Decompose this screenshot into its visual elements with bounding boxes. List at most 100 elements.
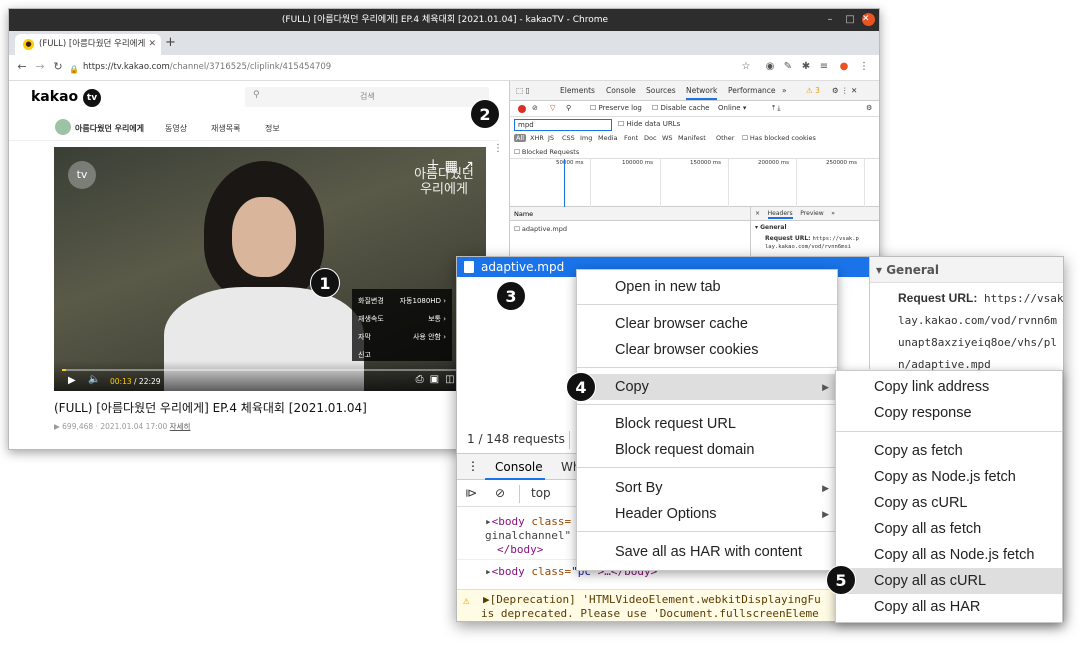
general-section-small[interactable]: ▾ General <box>751 221 879 234</box>
throttle-select[interactable]: Online ▾ <box>718 104 746 112</box>
browser-tab[interactable]: ● (FULL) [아름다웠던 우리에게 ✕ <box>15 34 161 55</box>
setting-quality[interactable]: 화질변경 자동1080HD › <box>358 293 446 311</box>
bookmark-star-icon[interactable]: ☆ <box>739 61 753 72</box>
type-all[interactable]: All <box>514 134 527 142</box>
console-entry-body[interactable]: ▸<body class= <box>485 515 571 528</box>
nav-info[interactable]: 정보 <box>265 123 280 134</box>
lock-icon[interactable]: 🔒 <box>67 63 81 77</box>
type-ws[interactable]: WS <box>662 134 673 142</box>
type-other[interactable]: Other <box>716 134 734 142</box>
menu-copy-all-as-har[interactable]: Copy all as HAR <box>836 594 1062 620</box>
menu-copy-as-node-fetch[interactable]: Copy as Node.js fetch <box>836 464 1062 490</box>
sidebar-toggle-icon[interactable]: ⧐ <box>465 486 477 500</box>
side-more-icon[interactable]: ⋮ <box>493 143 503 154</box>
menu-open-in-new-tab[interactable]: Open in new tab <box>577 274 837 300</box>
record-icon[interactable] <box>518 105 526 113</box>
maximize-icon[interactable]: □ <box>841 9 859 31</box>
tab-console[interactable]: Console <box>606 86 636 95</box>
has-blocked-checkbox[interactable]: ☐ Has blocked cookies <box>742 134 816 142</box>
minimize-icon[interactable]: – <box>821 9 839 31</box>
filter-icon[interactable]: ▽ <box>550 104 555 112</box>
console-warning[interactable]: ⚠ ▶[Deprecation] 'HTMLVideoElement.webki… <box>457 589 869 621</box>
type-css[interactable]: CSS <box>562 134 575 142</box>
play-icon[interactable]: ▶ <box>68 375 76 386</box>
details-close-icon[interactable]: × <box>755 210 760 217</box>
menu-copy-all-as-curl[interactable]: Copy all as cURL <box>836 568 1062 594</box>
hide-data-urls-checkbox[interactable]: ☐ Hide data URLs <box>618 120 680 128</box>
type-js[interactable]: JS <box>548 134 554 142</box>
general-section-header[interactable]: ▾ General <box>870 257 1063 283</box>
tab-network[interactable]: Network <box>686 86 718 100</box>
menu-sort-by[interactable]: Sort By ▶ <box>577 475 837 501</box>
type-xhr[interactable]: XHR <box>530 134 544 142</box>
video-progress-bar[interactable] <box>62 369 478 371</box>
video-player[interactable]: tv ＋ ▦ ↗ 아름다웠던 우리에게 화질변경 자동1080HD › 재생속도 보… <box>54 147 486 391</box>
inspect-icon[interactable]: ⬚ ▯ <box>516 86 530 95</box>
new-tab-icon[interactable]: + <box>165 34 176 52</box>
type-media[interactable]: Media <box>598 134 618 142</box>
type-manifest[interactable]: Manifest <box>678 134 706 142</box>
menu-clear-cookies[interactable]: Clear browser cookies <box>577 337 837 363</box>
tab-headers[interactable]: Headers <box>767 210 793 219</box>
menu-copy-link-address[interactable]: Copy link address <box>836 374 1062 400</box>
filter-input[interactable]: mpd <box>514 119 612 131</box>
search-input[interactable]: ⚲ 검색 <box>245 87 489 107</box>
profile-icon[interactable]: ● <box>837 61 851 72</box>
menu-clear-cache[interactable]: Clear browser cache <box>577 311 837 337</box>
tab-sources[interactable]: Sources <box>646 86 676 95</box>
menu-copy-response[interactable]: Copy response <box>836 400 1062 426</box>
context-select[interactable]: top <box>531 486 551 500</box>
menu-header-options[interactable]: Header Options ▶ <box>577 501 837 527</box>
menu-dots-icon[interactable]: ⋮ <box>857 61 871 72</box>
details-link[interactable]: 자세히 <box>170 422 191 431</box>
type-font[interactable]: Font <box>624 134 638 142</box>
back-icon[interactable]: ← <box>15 60 29 74</box>
tab-preview[interactable]: Preview <box>800 210 823 217</box>
nav-videos[interactable]: 동영상 <box>165 123 187 134</box>
channel-name[interactable]: 아름다웠던 우리에게 <box>75 123 144 134</box>
reload-icon[interactable]: ↻ <box>51 60 65 74</box>
request-row[interactable]: ☐ adaptive.mpd <box>514 225 567 233</box>
drawer-menu-icon[interactable]: ⋮ <box>467 459 479 473</box>
setting-speed[interactable]: 재생속도 보통 › <box>358 311 446 329</box>
warning-count[interactable]: ⚠ 3 <box>806 86 820 95</box>
network-settings-icon[interactable]: ⚙ <box>866 104 872 112</box>
devtools-settings-icon[interactable]: ⚙ ⋮ ✕ <box>832 86 857 95</box>
drawer-tab-console[interactable]: Console <box>495 460 543 474</box>
tab-close-icon[interactable]: ✕ <box>148 34 156 55</box>
details-more-tabs[interactable]: » <box>831 210 835 217</box>
puzzle-icon[interactable]: ✱ <box>799 61 813 72</box>
tab-elements[interactable]: Elements <box>560 86 595 95</box>
extension-pen-icon[interactable]: ✎ <box>781 61 795 72</box>
menu-copy-as-fetch[interactable]: Copy as fetch <box>836 438 1062 464</box>
menu-block-domain[interactable]: Block request domain <box>577 437 837 463</box>
menu-block-url[interactable]: Block request URL <box>577 411 837 437</box>
setting-subtitle[interactable]: 자막 사용 안함 › <box>358 329 446 347</box>
close-window-icon[interactable]: ✕ <box>862 13 875 26</box>
menu-save-har[interactable]: Save all as HAR with content <box>577 539 837 565</box>
import-export-icons[interactable]: ⤒ ⤓ <box>772 104 780 113</box>
clear-console-icon[interactable]: ⊘ <box>495 486 505 500</box>
clear-icon[interactable]: ⊘ <box>532 104 538 112</box>
preserve-log-checkbox[interactable]: ☐ Preserve log <box>590 104 642 112</box>
nav-playlists[interactable]: 재생목록 <box>211 123 240 134</box>
playlist-icon[interactable]: ≡ <box>817 61 831 72</box>
kakao-tv-logo[interactable]: kakao tv <box>31 89 102 107</box>
tab-performance[interactable]: Performance <box>728 86 776 95</box>
search-network-icon[interactable]: ⚲ <box>566 104 571 112</box>
forward-icon[interactable]: → <box>33 60 47 74</box>
menu-copy[interactable]: Copy ▶ <box>577 374 837 400</box>
camera-icon[interactable]: ◉ <box>763 61 777 72</box>
type-img[interactable]: Img <box>580 134 592 142</box>
blocked-requests-checkbox[interactable]: ☐ Blocked Requests <box>514 148 579 156</box>
name-column-header[interactable]: Name <box>514 210 533 218</box>
volume-icon[interactable]: 🔈 <box>88 374 100 385</box>
menu-copy-all-as-fetch[interactable]: Copy all as fetch <box>836 516 1062 542</box>
disable-cache-checkbox[interactable]: ☐ Disable cache <box>652 104 709 112</box>
menu-copy-all-as-node-fetch[interactable]: Copy all as Node.js fetch <box>836 542 1062 568</box>
type-doc[interactable]: Doc <box>644 134 657 142</box>
network-timeline[interactable]: 50000 ms 100000 ms 150000 ms 200000 ms 2… <box>510 159 879 207</box>
menu-copy-as-curl[interactable]: Copy as cURL <box>836 490 1062 516</box>
tab-more[interactable]: » <box>782 86 787 95</box>
channel-avatar[interactable] <box>55 119 71 135</box>
